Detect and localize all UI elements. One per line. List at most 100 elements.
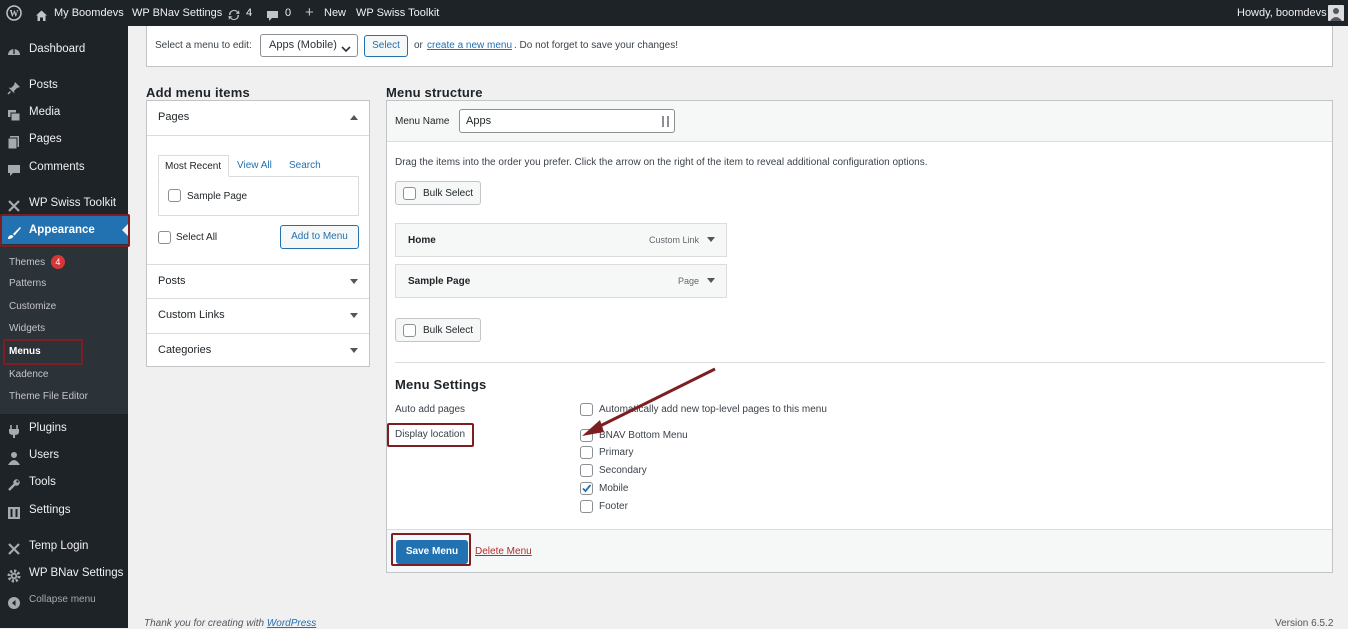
bulk-select-checkbox xyxy=(403,187,416,200)
sidebar-item-temp-login[interactable]: Temp Login xyxy=(0,532,128,560)
caret-down-icon[interactable] xyxy=(707,237,715,242)
new-content-link[interactable]: New xyxy=(324,0,346,26)
location-bnav-checkbox[interactable] xyxy=(580,429,593,442)
submenu-widgets[interactable]: Widgets xyxy=(9,322,45,336)
comments-count[interactable]: 0 xyxy=(285,0,291,26)
menu-structure-heading: Menu structure xyxy=(386,85,483,100)
sidebar-item-label: Posts xyxy=(29,79,58,91)
update-badge: 4 xyxy=(50,255,65,269)
auto-add-checkbox[interactable] xyxy=(580,403,593,416)
sidebar-item-settings[interactable]: Settings xyxy=(0,496,128,524)
create-new-menu-link[interactable]: create a new menu xyxy=(427,40,512,51)
location-secondary-checkbox[interactable] xyxy=(580,464,593,477)
footer-version: Version 6.5.2 xyxy=(1275,618,1334,629)
chevron-down-icon xyxy=(341,41,351,56)
submenu-customize[interactable]: Customize xyxy=(9,300,56,314)
bulk-select-label: Bulk Select xyxy=(423,325,474,336)
bulk-select-button[interactable]: Bulk Select xyxy=(395,318,481,342)
sidebar-item-label: Tools xyxy=(29,476,56,488)
comments-icon[interactable] xyxy=(266,6,279,21)
menu-item-sample-page[interactable]: Sample Page Page xyxy=(395,264,727,298)
menu-name-value: Apps xyxy=(466,115,492,127)
wordpress-logo-icon[interactable]: W xyxy=(6,5,22,21)
menu-name-label: Menu Name xyxy=(395,116,450,127)
menu-item-title: Sample Page xyxy=(408,276,471,287)
tab-search[interactable]: Search xyxy=(289,160,321,171)
sidebar-item-wp-bnav-settings[interactable]: WP BNav Settings xyxy=(0,559,128,587)
select-button[interactable]: Select xyxy=(364,35,408,57)
appearance-submenu: Themes 4 Patterns Customize Widgets Menu… xyxy=(0,244,128,414)
pages-accordion-header[interactable]: Pages xyxy=(147,101,369,136)
delete-menu-link[interactable]: Delete Menu xyxy=(475,546,532,557)
save-reminder-text: . Do not forget to save your changes! xyxy=(514,40,678,51)
categories-accordion[interactable]: Categories xyxy=(147,333,369,366)
avatar[interactable] xyxy=(1328,5,1344,21)
custom-links-accordion[interactable]: Custom Links xyxy=(147,298,369,333)
collapse-menu-button[interactable]: Collapse menu xyxy=(0,586,128,614)
select-all-checkbox[interactable] xyxy=(158,231,171,244)
location-mobile-checkbox[interactable] xyxy=(580,482,593,495)
auto-add-option-label: Automatically add new top-level pages to… xyxy=(599,404,827,415)
sidebar-item-users[interactable]: Users xyxy=(0,441,128,469)
location-footer-checkbox[interactable] xyxy=(580,500,593,513)
footer-thanks-text: Thank you for creating with xyxy=(144,618,265,629)
howdy-user[interactable]: Howdy, boomdevs xyxy=(1237,0,1327,26)
sidebar-item-label: Dashboard xyxy=(29,43,86,55)
add-to-menu-button[interactable]: Add to Menu xyxy=(280,225,359,249)
section-title: Posts xyxy=(158,275,186,287)
checkmark-icon xyxy=(582,484,592,493)
media-icon xyxy=(7,105,21,122)
pages-icon xyxy=(7,132,21,150)
menu-select-bar: Select a menu to edit: Apps (Mobile) Sel… xyxy=(146,26,1333,67)
menu-item-type: Custom Link xyxy=(648,235,699,245)
sidebar-item-dashboard[interactable]: Dashboard xyxy=(0,35,128,63)
sample-page-checkbox[interactable] xyxy=(168,189,181,202)
pin-icon xyxy=(7,78,21,95)
sidebar-item-pages[interactable]: Pages xyxy=(0,125,128,153)
wrench-icon xyxy=(7,475,21,491)
sidebar-item-tools[interactable]: Tools xyxy=(0,468,128,496)
sidebar-item-wp-swiss-toolkit[interactable]: WP Swiss Toolkit xyxy=(0,189,128,217)
bulk-select-label: Bulk Select xyxy=(423,188,474,199)
updates-count[interactable]: 4 xyxy=(246,0,252,26)
tab-most-recent[interactable]: Most Recent xyxy=(158,155,229,177)
tab-view-all[interactable]: View All xyxy=(237,160,272,171)
menu-item-type: Page xyxy=(677,276,699,286)
collapse-icon xyxy=(7,593,21,609)
menu-item-home[interactable]: Home Custom Link xyxy=(395,223,727,257)
sidebar-item-comments[interactable]: Comments xyxy=(0,153,128,181)
divider xyxy=(395,362,1325,363)
posts-accordion[interactable]: Posts xyxy=(147,264,369,299)
settings-icon xyxy=(7,503,21,519)
section-title: Categories xyxy=(158,344,212,356)
submenu-themes[interactable]: Themes 4 xyxy=(9,255,65,270)
tools-cross-icon xyxy=(7,196,21,212)
wordpress-link[interactable]: WordPress xyxy=(267,618,316,629)
admin-bar: W My Boomdevs WP BNav Settings 4 0 + New… xyxy=(0,0,1348,26)
site-name-link[interactable]: My Boomdevs xyxy=(54,0,124,26)
sidebar-item-label: Settings xyxy=(29,504,71,516)
home-icon xyxy=(35,6,48,21)
menu-name-input[interactable]: Apps xyxy=(459,109,675,133)
submenu-patterns[interactable]: Patterns xyxy=(9,277,46,291)
select-all-label: Select All xyxy=(176,232,218,243)
location-label: Secondary xyxy=(599,465,647,476)
plus-icon[interactable]: + xyxy=(305,0,314,26)
submenu-kadence[interactable]: Kadence xyxy=(9,368,48,382)
sidebar-item-media[interactable]: Media xyxy=(0,98,128,126)
bulk-select-button[interactable]: Bulk Select xyxy=(395,181,481,205)
sidebar-item-plugins[interactable]: Plugins xyxy=(0,414,128,442)
sidebar-item-label: Collapse menu xyxy=(29,594,96,605)
toolkit-link[interactable]: WP Swiss Toolkit xyxy=(356,0,439,26)
sidebar-item-label: Media xyxy=(29,106,61,118)
users-icon xyxy=(7,448,21,465)
submenu-theme-file-editor[interactable]: Theme File Editor xyxy=(9,390,88,404)
location-primary-checkbox[interactable] xyxy=(580,446,593,459)
add-menu-items-panel: Pages Most Recent View All Search Sample… xyxy=(146,100,370,367)
updates-icon[interactable] xyxy=(227,6,241,20)
sidebar-item-posts[interactable]: Posts xyxy=(0,71,128,99)
plugin-settings-link[interactable]: WP BNav Settings xyxy=(132,0,222,26)
sidebar-item-label: Pages xyxy=(29,133,62,145)
menu-select-dropdown[interactable]: Apps (Mobile) xyxy=(260,34,358,57)
caret-down-icon[interactable] xyxy=(707,278,715,283)
